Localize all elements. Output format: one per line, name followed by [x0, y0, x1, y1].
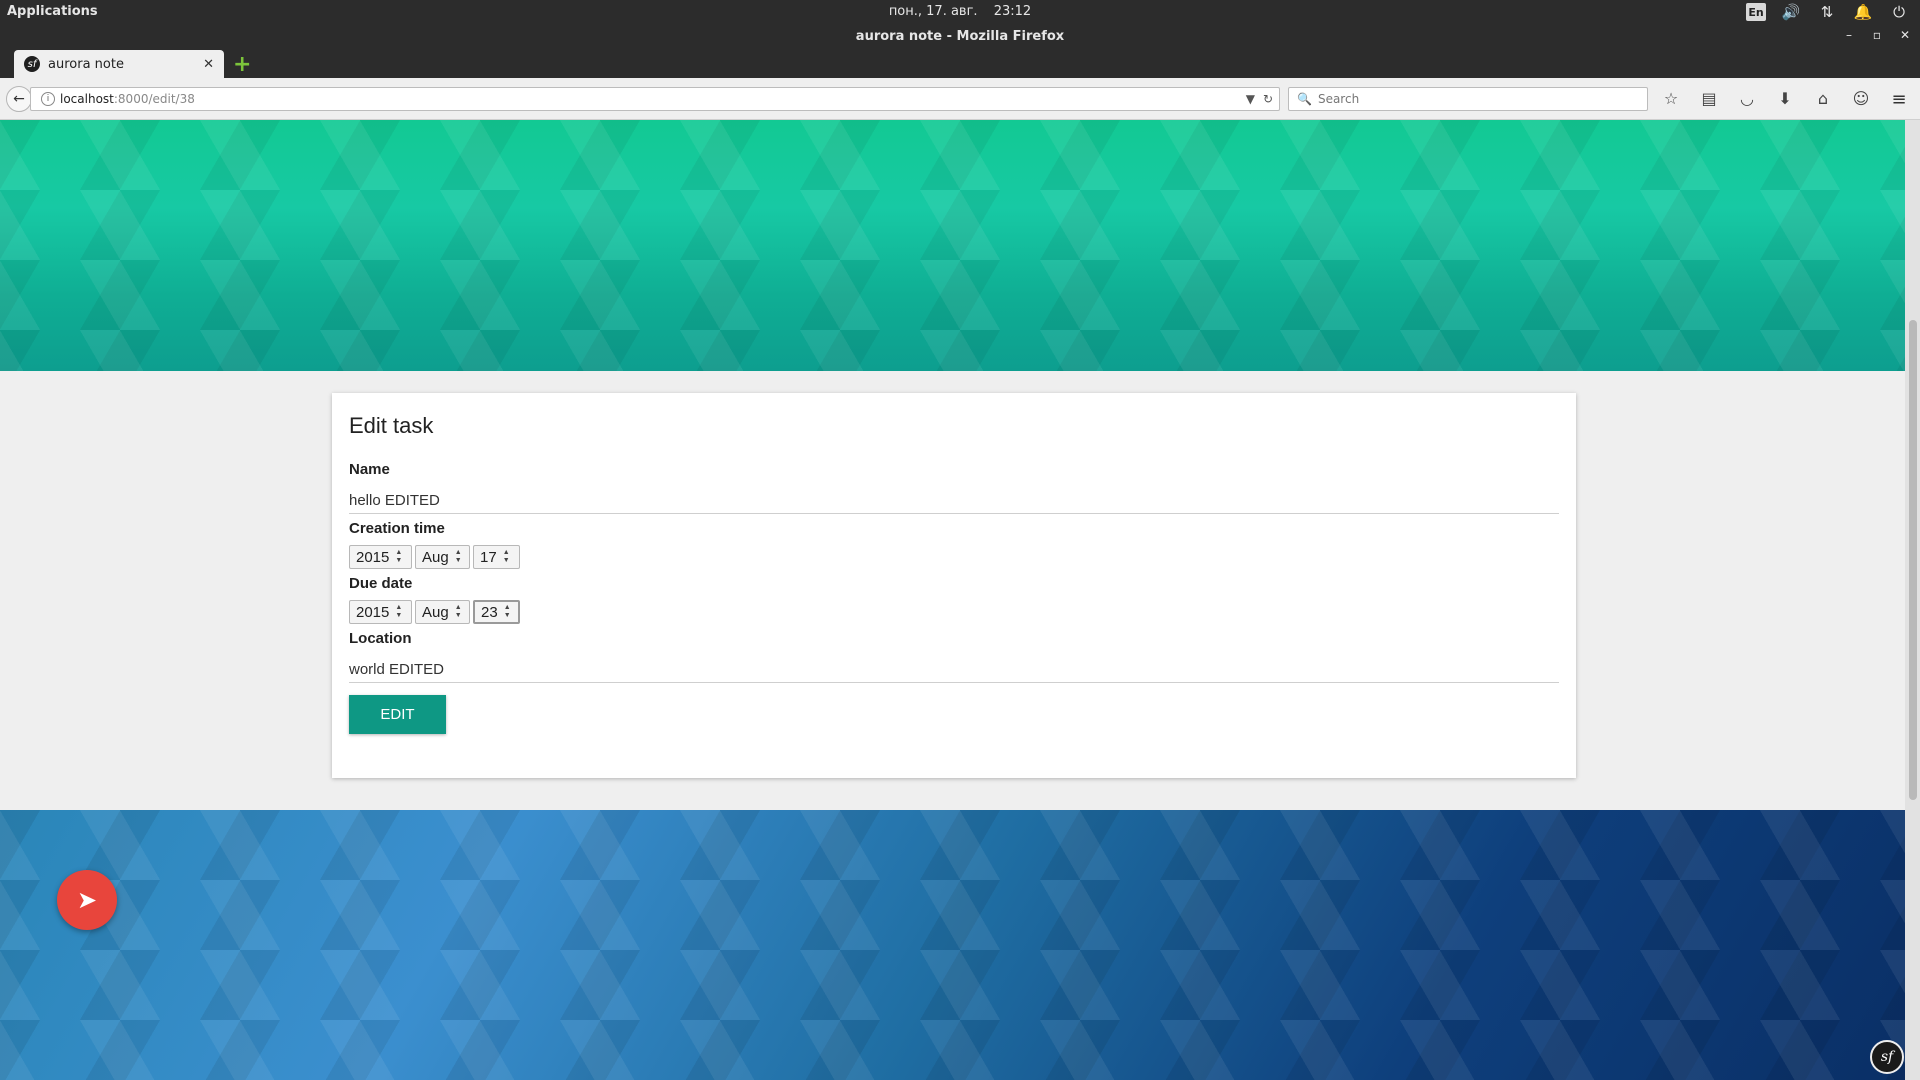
tab-label: aurora note [48, 56, 124, 72]
site-info-icon[interactable]: i [41, 92, 55, 106]
search-icon: 🔍 [1297, 92, 1312, 106]
footer-banner [0, 810, 1905, 1080]
header-banner [0, 120, 1905, 371]
spinner-arrows-icon[interactable]: ▲ ▼ [395, 604, 402, 620]
back-button[interactable]: ← [6, 86, 32, 112]
creation-year-value: 2015 [356, 548, 390, 566]
due-month-spinner[interactable]: Aug ▲ ▼ [415, 600, 470, 624]
spinner-arrows-icon[interactable]: ▲ ▼ [504, 604, 511, 620]
bookmarks-list-icon[interactable]: ▤ [1698, 87, 1720, 109]
hamburger-menu-icon[interactable]: ≡ [1888, 88, 1910, 110]
creation-time-label: Creation time [349, 520, 445, 537]
creation-month-value: Aug [422, 548, 449, 566]
hello-chat-icon[interactable]: ☺ [1850, 87, 1872, 109]
notifications-icon[interactable]: 🔔 [1852, 2, 1874, 22]
clock-time: 23:12 [993, 4, 1032, 19]
floating-action-button[interactable]: ➤ [57, 870, 117, 930]
page-title: Edit task [349, 413, 434, 438]
due-date-picker: 2015 ▲ ▼ Aug ▲ ▼ 23 ▲ ▼ [349, 600, 1559, 624]
symfony-toolbar-icon[interactable]: sf [1870, 1040, 1904, 1074]
close-window-icon[interactable]: ✕ [1898, 28, 1912, 42]
url-host: localhost [60, 92, 114, 106]
search-placeholder: Search [1317, 92, 1360, 106]
url-path: :8000/edit/38 [113, 92, 195, 106]
clock[interactable]: пон., 17. авг. 23:12 [0, 4, 1920, 19]
tab-strip: sf aurora note ✕ + [0, 50, 1920, 78]
creation-time-picker: 2015 ▲ ▼ Aug ▲ ▼ 17 ▲ ▼ [349, 545, 1559, 569]
keyboard-layout-indicator[interactable]: En [1746, 3, 1766, 21]
clock-date: пон., 17. авг. [888, 4, 978, 19]
bookmark-star-icon[interactable]: ☆ [1660, 87, 1682, 109]
location-field[interactable] [349, 647, 1559, 683]
back-arrow-icon: ← [13, 91, 25, 107]
due-date-label: Due date [349, 575, 413, 592]
toolbar-icons: ☆ ▤ ◡ ⬇ ⌂ ☺ [1660, 87, 1872, 109]
location-label: Location [349, 630, 412, 647]
system-tray: En 🔊 ⇅ 🔔 ⏻ [1746, 2, 1910, 22]
url-bar[interactable]: i localhost:8000/edit/38 ▼ ↻ [30, 87, 1280, 111]
edit-task-card: Edit task Name Creation time 2015 ▲▼ Aug ▲… [332, 393, 1576, 778]
due-month-value: Aug [422, 603, 449, 621]
creation-month-spinner[interactable]: Aug ▲ ▼ [415, 545, 470, 569]
spinner-arrows-icon[interactable]: ▲ ▼ [503, 549, 510, 565]
page-scrollbar[interactable] [1905, 120, 1920, 1080]
spinner-arrows-icon[interactable]: ▲ ▼ [395, 549, 402, 565]
url-tools: ▼ ↻ [1246, 92, 1273, 106]
home-icon[interactable]: ⌂ [1812, 87, 1834, 109]
search-bar[interactable]: 🔍 Search [1288, 87, 1648, 111]
edit-submit-button[interactable]: EDIT [349, 695, 446, 734]
history-dropdown-icon[interactable]: ▼ [1246, 92, 1255, 106]
navigation-arrow-icon: ➤ [76, 886, 98, 914]
creation-year-spinner[interactable]: 2015 ▲ ▼ [349, 545, 412, 569]
window-controls: – ▫ ✕ [1842, 28, 1912, 42]
spinner-arrows-icon[interactable]: ▲ ▼ [455, 549, 462, 565]
due-day-spinner[interactable]: 23 ▲ ▼ [473, 600, 520, 624]
downloads-icon[interactable]: ⬇ [1774, 87, 1796, 109]
name-label: Name [349, 461, 390, 478]
scrollbar-thumb[interactable] [1909, 320, 1917, 800]
creation-day-value: 17 [480, 548, 497, 566]
system-top-bar: Applications пон., 17. авг. 23:12 En 🔊 ⇅… [0, 0, 1920, 24]
network-icon[interactable]: ⇅ [1816, 2, 1838, 22]
navigation-toolbar: ← i localhost:8000/edit/38 ▼ ↻ 🔍 Search … [0, 78, 1920, 120]
symfony-favicon-icon: sf [24, 56, 40, 72]
power-icon[interactable]: ⏻ [1888, 2, 1910, 22]
window-title-bar: aurora note - Mozilla Firefox – ▫ ✕ [0, 24, 1920, 50]
spinner-arrows-icon[interactable]: ▲ ▼ [455, 604, 462, 620]
maximize-icon[interactable]: ▫ [1870, 28, 1884, 42]
window-title: aurora note - Mozilla Firefox [855, 29, 1065, 44]
tab-close-icon[interactable]: ✕ [203, 57, 214, 72]
reload-icon[interactable]: ↻ [1263, 92, 1273, 106]
creation-day-spinner[interactable]: 17 ▲ ▼ [473, 545, 520, 569]
pocket-icon[interactable]: ◡ [1736, 87, 1758, 109]
page-viewport: Edit task Name Creation time 2015 ▲▼ Aug ▲… [0, 120, 1905, 1080]
minimize-icon[interactable]: – [1842, 28, 1856, 42]
browser-tab[interactable]: sf aurora note ✕ [14, 50, 224, 78]
due-day-value: 23 [481, 603, 498, 621]
volume-icon[interactable]: 🔊 [1780, 2, 1802, 22]
new-tab-icon[interactable]: + [233, 52, 251, 77]
due-year-value: 2015 [356, 603, 390, 621]
due-year-spinner[interactable]: 2015 ▲ ▼ [349, 600, 412, 624]
name-field[interactable] [349, 478, 1559, 514]
